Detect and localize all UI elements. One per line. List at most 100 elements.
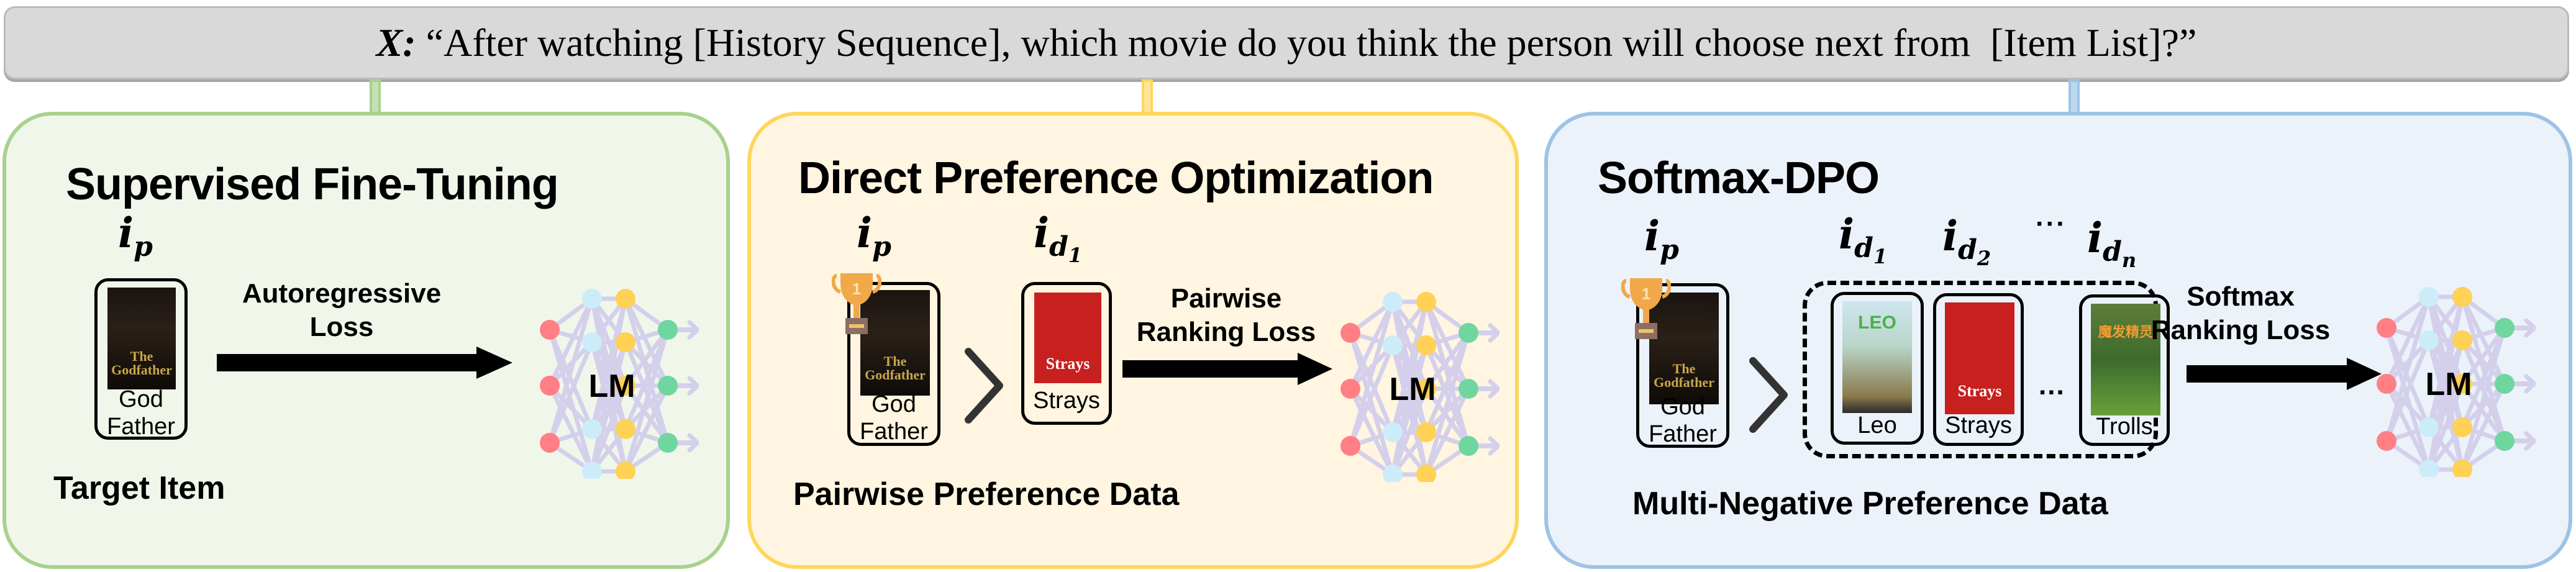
poster-title: Strays (1045, 355, 1090, 373)
positive-item-symbol: ip (857, 209, 891, 263)
trophy-icon: 1 (1621, 278, 1671, 339)
output-node (658, 376, 678, 396)
hidden-node (2452, 330, 2472, 350)
arrow-to-lm (2187, 358, 2382, 390)
item-card-leo: LEO Leo (1831, 292, 1924, 445)
greater-than-symbol (1749, 357, 1788, 433)
panel-direct-preference-optimization: Direct Preference Optimization ip id1 Th… (747, 112, 1519, 569)
negative-item-symbol-1: id1 (1839, 210, 1888, 268)
arrow-to-lm (217, 347, 512, 379)
item-label: Leo (1857, 412, 1897, 438)
lm-label: LM (1389, 371, 1436, 407)
input-node (2377, 318, 2396, 338)
trophy-rank: 1 (852, 279, 861, 298)
caption: Target Item (53, 470, 225, 506)
item-card-godfather: The Godfather God Father (94, 278, 188, 440)
poster-strays: Strays (1945, 302, 2014, 414)
hidden-node (2419, 330, 2439, 350)
hidden-node (1383, 335, 1403, 355)
lm-label: LM (2425, 366, 2472, 402)
hidden-node (616, 419, 635, 439)
lm-network-icon: LM (540, 289, 699, 479)
lm-network-icon: LM (2377, 287, 2536, 477)
hidden-node (1383, 422, 1403, 442)
prompt-text: X: “After watching [History Sequence], w… (376, 20, 2197, 66)
caption: Pairwise Preference Data (793, 476, 1180, 512)
output-node (2495, 374, 2515, 394)
hidden-node (616, 289, 635, 309)
input-node (1340, 323, 1360, 343)
input-node (2377, 431, 2396, 451)
poster-title: LEO (1858, 312, 1896, 333)
symbol-ellipsis: ··· (2036, 209, 2067, 239)
output-node (658, 433, 678, 453)
poster-godfather: The Godfather (107, 288, 176, 389)
panel-title: Softmax-DPO (1598, 153, 1880, 203)
item-label: God Father (1649, 394, 1717, 447)
output-node (2495, 431, 2515, 451)
prompt-question: “After watching [History Sequence], whic… (416, 20, 2197, 65)
items-ellipsis: ... (2039, 370, 2065, 401)
output-node (658, 320, 678, 340)
hidden-node (2419, 287, 2439, 307)
loss-label: Pairwise Ranking Loss (1136, 283, 1316, 347)
trophy-plate (1639, 329, 1654, 333)
lm-label: LM (588, 368, 635, 404)
greater-than-symbol (965, 348, 1003, 424)
output-node (1459, 436, 1478, 456)
trophy-rank: 1 (1642, 284, 1650, 303)
trophy-stem (1643, 309, 1649, 323)
poster-title: Strays (1957, 382, 2002, 400)
hidden-node (1416, 422, 1436, 442)
positive-item-symbol: ip (1644, 212, 1679, 266)
input-node (1340, 379, 1360, 399)
hidden-node (2419, 417, 2439, 437)
negative-item-symbol-n: idn (2087, 214, 2137, 272)
poster-title: The Godfather (1654, 361, 1714, 390)
hidden-node (616, 332, 635, 352)
item-label: Strays (1945, 412, 2012, 438)
hidden-node (1416, 292, 1436, 312)
prompt-bar: X: “After watching [History Sequence], w… (4, 6, 2569, 79)
trophy-icon: 1 (832, 273, 881, 334)
input-node (1340, 436, 1360, 456)
input-node (540, 433, 560, 453)
hidden-node (1416, 335, 1436, 355)
input-node (2377, 374, 2396, 394)
caption: Multi-Negative Preference Data (1632, 486, 2108, 522)
item-label: Strays (1033, 388, 1100, 414)
output-node (2495, 318, 2515, 338)
poster-title: The Godfather (865, 353, 926, 383)
poster-strays: Strays (1034, 293, 1101, 383)
panel-softmax-dpo: Softmax-DPO ip id1 id2 ··· idn The Godfa… (1544, 112, 2572, 569)
output-node (1459, 323, 1478, 343)
item-card-strays: Strays Strays (1933, 293, 2024, 446)
panel-title: Direct Preference Optimization (798, 153, 1434, 203)
lm-network-icon: LM (1340, 292, 1500, 482)
item-label: Trolls (2096, 414, 2153, 440)
hidden-node (1383, 292, 1403, 312)
item-card-strays: Strays Strays (1021, 282, 1112, 425)
loss-label: Softmax Ranking Loss (2150, 281, 2331, 345)
arrow-to-lm (1122, 353, 1332, 385)
panel-supervised-fine-tuning: Supervised Fine-Tuning ip The Godfather … (2, 112, 730, 569)
hidden-node (582, 419, 602, 439)
hidden-node (582, 289, 602, 309)
hidden-node (2452, 287, 2472, 307)
item-label: God Father (860, 391, 928, 445)
poster-leo: LEO (1842, 301, 1912, 413)
hidden-node (2452, 417, 2472, 437)
input-node (540, 376, 560, 396)
input-node (540, 320, 560, 340)
prompt-variable: X: (376, 20, 416, 65)
item-label: God Father (107, 386, 175, 440)
trophy-plate (849, 324, 864, 328)
poster-title: The Godfather (111, 348, 172, 378)
output-node (1459, 379, 1478, 399)
trophy-stem (853, 304, 860, 318)
negative-item-symbol-2: id2 (1942, 212, 1991, 270)
hidden-node (582, 332, 602, 352)
loss-label: Autoregressive Loss (242, 278, 442, 342)
positive-item-symbol: ip (118, 209, 153, 263)
negative-item-symbol: id1 (1034, 209, 1083, 267)
